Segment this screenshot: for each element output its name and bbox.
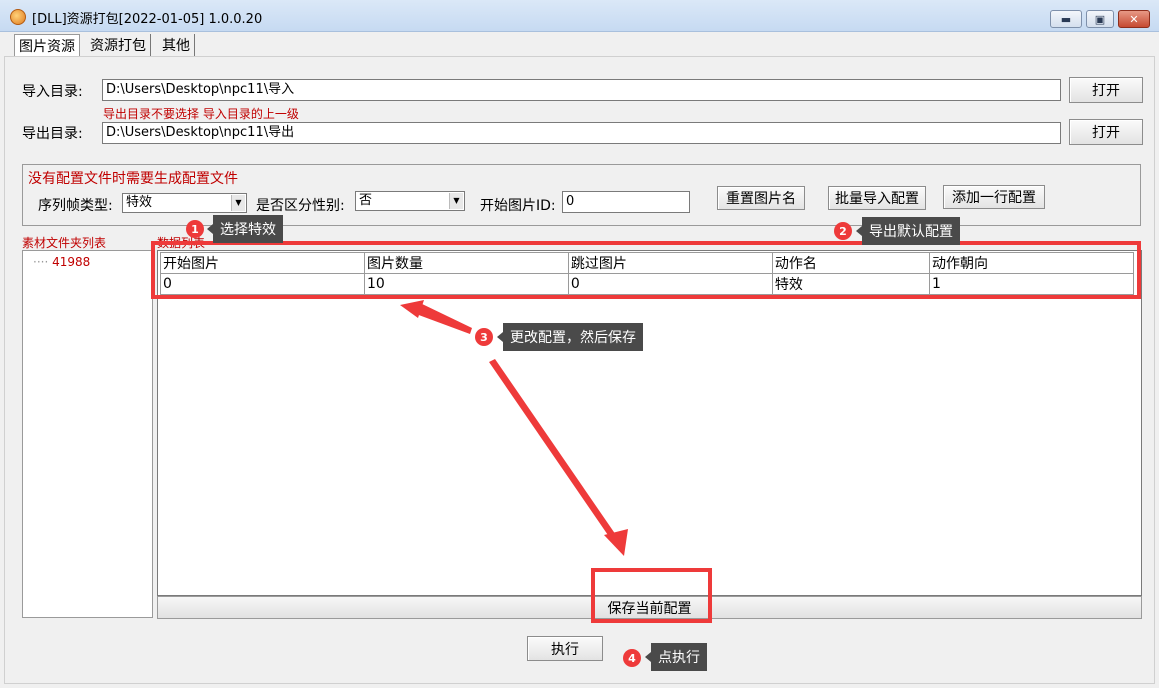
- app-icon: [10, 9, 26, 25]
- data-grid-panel[interactable]: [157, 250, 1142, 596]
- frame-type-value: 特效: [126, 195, 153, 210]
- step-callout-1: 选择特效: [207, 215, 283, 243]
- close-button[interactable]: ✕: [1118, 10, 1150, 28]
- gender-label: 是否区分性别:: [256, 198, 345, 214]
- gender-value: 否: [359, 193, 373, 208]
- batch-import-config-button[interactable]: 批量导入配置: [828, 186, 926, 210]
- config-notice: 没有配置文件时需要生成配置文件: [28, 171, 238, 187]
- import-dir-label: 导入目录:: [22, 84, 83, 100]
- gender-select[interactable]: 否 ▼: [355, 191, 465, 211]
- tab-other[interactable]: 其他: [158, 34, 195, 56]
- window-title: [DLL]资源打包[2022-01-05] 1.0.0.20: [32, 12, 263, 27]
- export-dir-label: 导出目录:: [22, 126, 83, 142]
- start-id-input[interactable]: 0: [562, 191, 690, 213]
- title-bar[interactable]: [DLL]资源打包[2022-01-05] 1.0.0.20 ▬ ▣ ✕: [0, 0, 1159, 32]
- step-badge-4: 4: [623, 649, 641, 667]
- export-dir-input[interactable]: D:\Users\Desktop\npc11\导出: [102, 122, 1061, 144]
- tree-item[interactable]: ···· 41988: [33, 255, 90, 269]
- import-dir-input[interactable]: D:\Users\Desktop\npc11\导入: [102, 79, 1061, 101]
- minimize-button[interactable]: ▬: [1050, 10, 1082, 28]
- tree-item-label: 41988: [52, 255, 91, 269]
- folder-tree[interactable]: ···· 41988: [22, 250, 153, 618]
- highlight-grid-box: [151, 241, 1141, 299]
- tab-resource-pack[interactable]: 资源打包: [86, 34, 151, 56]
- export-warning: 导出目录不要选择 导入目录的上一级: [103, 107, 299, 121]
- step-callout-2: 导出默认配置: [856, 217, 960, 245]
- restore-button[interactable]: ▣: [1086, 10, 1114, 28]
- step-badge-1: 1: [186, 220, 204, 238]
- start-id-label: 开始图片ID:: [480, 198, 556, 214]
- tree-connector-icon: ····: [33, 255, 53, 269]
- chevron-down-icon[interactable]: ▼: [231, 195, 245, 211]
- tab-image-resources[interactable]: 图片资源: [14, 34, 80, 56]
- reset-image-name-button[interactable]: 重置图片名: [717, 186, 805, 210]
- import-open-button[interactable]: 打开: [1069, 77, 1143, 103]
- frame-type-select[interactable]: 特效 ▼: [122, 193, 247, 213]
- step-badge-2: 2: [834, 222, 852, 240]
- export-open-button[interactable]: 打开: [1069, 119, 1143, 145]
- step-callout-4: 点执行: [645, 643, 707, 671]
- folder-list-label: 素材文件夹列表: [22, 236, 107, 250]
- highlight-save-box: [591, 568, 712, 623]
- add-config-row-button[interactable]: 添加一行配置: [943, 185, 1045, 209]
- step-callout-3: 更改配置，然后保存: [497, 323, 643, 351]
- execute-button[interactable]: 执行: [527, 636, 603, 661]
- chevron-down-icon[interactable]: ▼: [449, 193, 463, 209]
- frame-type-label: 序列帧类型:: [38, 198, 113, 214]
- step-badge-3: 3: [475, 328, 493, 346]
- tab-bar: 图片资源 资源打包 其他: [0, 32, 1159, 56]
